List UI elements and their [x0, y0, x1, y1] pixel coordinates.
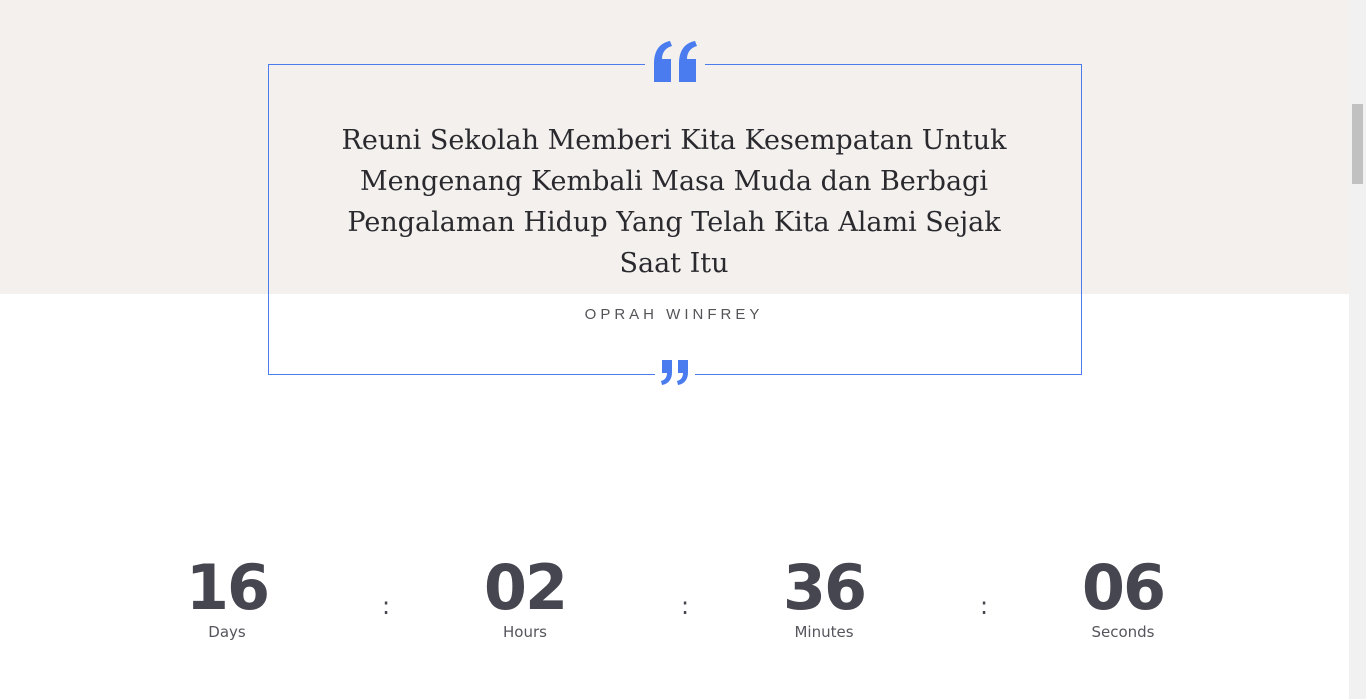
- countdown-separator: :: [681, 592, 690, 620]
- countdown-hours-label: Hours: [503, 623, 547, 641]
- countdown-timer: 16 Days : 02 Hours : 36 Minutes : 06 Sec…: [0, 552, 1349, 652]
- page: Reuni Sekolah Memberi Kita Kesempatan Un…: [0, 0, 1366, 699]
- countdown-seconds-label: Seconds: [1091, 623, 1155, 641]
- countdown-days-label: Days: [208, 623, 246, 641]
- quote-text: Reuni Sekolah Memberi Kita Kesempatan Un…: [341, 125, 1007, 279]
- countdown-separator: :: [980, 592, 989, 620]
- countdown-days: 16 Days: [147, 552, 307, 642]
- countdown-hours: 02 Hours: [445, 552, 605, 642]
- quote-author: OPRAH WINFREY: [584, 306, 764, 323]
- countdown-minutes-value: 36: [782, 551, 867, 624]
- countdown-minutes-label: Minutes: [794, 623, 854, 641]
- countdown-separator: :: [382, 592, 391, 620]
- scrollbar-thumb[interactable]: [1352, 104, 1363, 184]
- countdown-seconds-value: 06: [1081, 551, 1166, 624]
- countdown-minutes: 36 Minutes: [744, 552, 904, 642]
- quote-close-icon: [655, 358, 695, 392]
- countdown-seconds: 06 Seconds: [1043, 552, 1203, 642]
- countdown-hours-value: 02: [483, 551, 568, 624]
- quote-open-icon-graphic: [654, 41, 697, 82]
- vertical-scrollbar[interactable]: [1349, 0, 1366, 699]
- quote-close-icon-graphic: [661, 360, 688, 385]
- quote-open-icon: [645, 38, 705, 90]
- countdown-days-value: 16: [185, 551, 270, 624]
